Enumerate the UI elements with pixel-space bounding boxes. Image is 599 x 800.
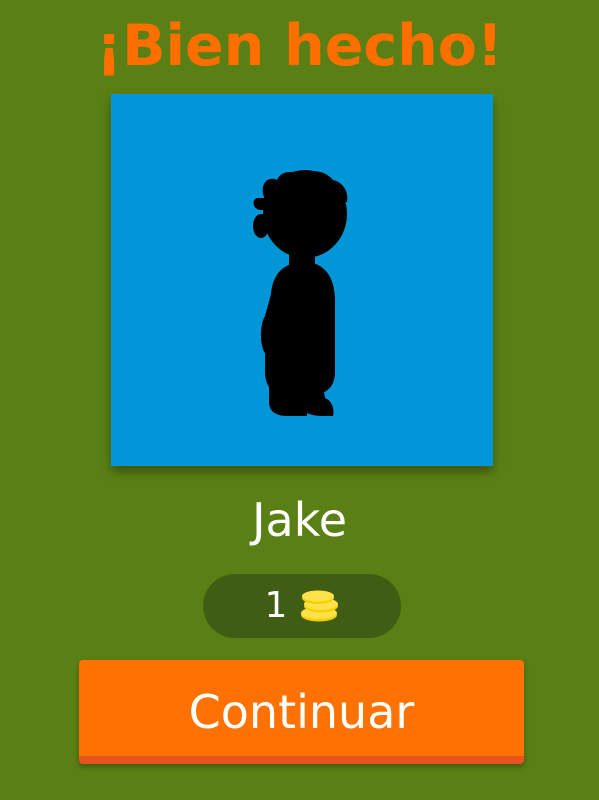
coin-count: 1 — [264, 585, 288, 626]
continue-button[interactable]: Continuar — [79, 660, 524, 764]
boy-silhouette-icon — [253, 170, 348, 416]
character-name: Jake — [251, 493, 348, 547]
character-image — [111, 94, 493, 466]
coin-reward-badge: 1 — [203, 574, 401, 638]
coin-stack-icon — [301, 590, 339, 622]
result-title: ¡Bien hecho! — [96, 13, 503, 79]
